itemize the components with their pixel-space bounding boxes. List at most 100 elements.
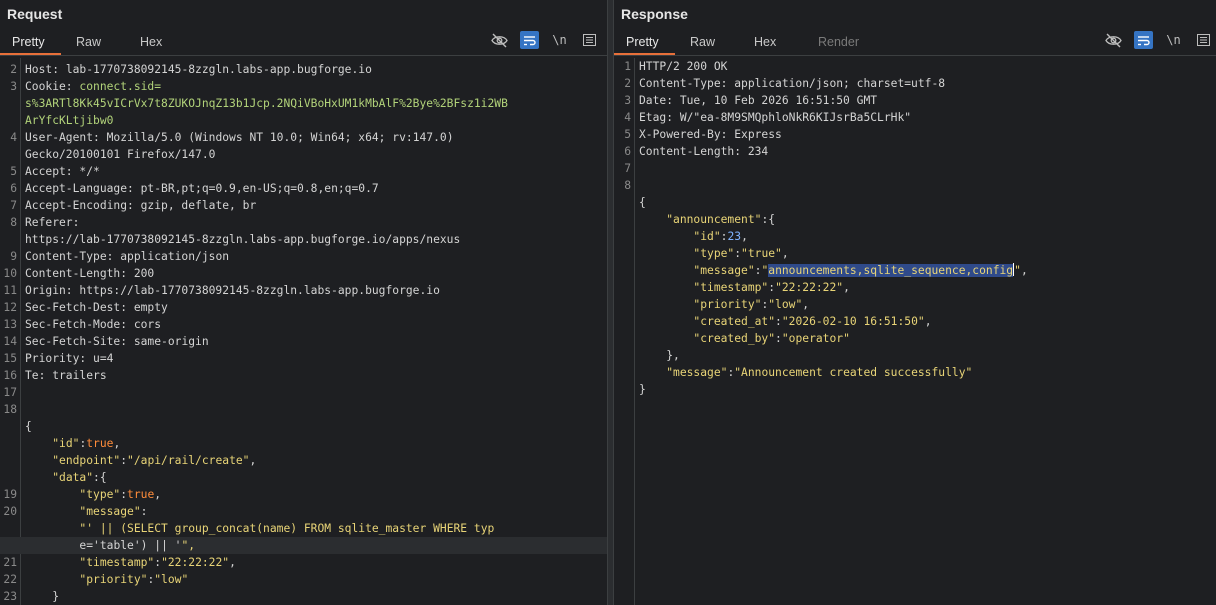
code-line[interactable]: 5 Accept: */* <box>0 163 607 180</box>
code-line[interactable]: 14 Sec-Fetch-Site: same-origin <box>0 333 607 350</box>
code-line[interactable]: "' || (SELECT group_concat(name) FROM sq… <box>0 520 607 537</box>
code-line[interactable]: 23 } <box>0 588 607 605</box>
eye-off-icon[interactable] <box>490 31 509 49</box>
code-line[interactable]: 2 Host: lab-1770738092145-8zzgln.labs-app… <box>0 61 607 78</box>
line-text: "' || (SELECT group_concat(name) FROM sq… <box>79 522 495 535</box>
code-line[interactable]: "data":{ <box>0 469 607 486</box>
code-line[interactable]: "id":23, <box>614 228 1216 245</box>
tab-raw[interactable]: Raw <box>678 33 742 55</box>
code-line[interactable]: 3 Date: Tue, 10 Feb 2026 16:51:50 GMT <box>614 92 1216 109</box>
code-line[interactable]: { <box>614 194 1216 211</box>
line-number: 2 <box>10 63 17 76</box>
menu-icon[interactable] <box>1194 31 1213 49</box>
code-line[interactable]: }, <box>614 347 1216 364</box>
code-line[interactable]: 13 Sec-Fetch-Mode: cors <box>0 316 607 333</box>
code-line[interactable]: 22 "priority":"low" <box>0 571 607 588</box>
code-line[interactable]: 5 X-Powered-By: Express <box>614 126 1216 143</box>
code-line[interactable]: s%3ARTl8Kk45vICrVx7t8ZUKOJnqZ13b1Jcp.2NQ… <box>0 95 607 112</box>
line-text: "message":"Announcement created successf… <box>666 366 973 379</box>
code-line[interactable]: 11 Origin: https://lab-1770738092145-8zzg… <box>0 282 607 299</box>
line-number: 22 <box>3 573 17 586</box>
request-toolbar: \n <box>490 31 599 49</box>
line-text: "message": <box>79 505 148 518</box>
code-line[interactable]: "type":"true", <box>614 245 1216 262</box>
newline-toggle[interactable]: \n <box>550 31 569 49</box>
code-line[interactable]: 17 <box>0 384 607 401</box>
request-header-separator <box>0 55 607 56</box>
line-number: 8 <box>10 216 17 229</box>
request-title: Request <box>7 6 63 22</box>
code-line[interactable]: { <box>0 418 607 435</box>
code-line[interactable]: 6 Accept-Language: pt-BR,pt;q=0.9,en-US;q… <box>0 180 607 197</box>
code-line[interactable]: e='table') || '", <box>0 537 607 554</box>
code-line[interactable]: } <box>614 381 1216 398</box>
line-text: Content-Length: 200 <box>25 267 155 280</box>
code-line[interactable]: 8 Referer: <box>0 214 607 231</box>
line-number: 5 <box>624 128 631 141</box>
tab-hex[interactable]: Hex <box>742 33 806 55</box>
pane-splitter[interactable] <box>607 0 614 605</box>
code-line[interactable]: 6 Content-Length: 234 <box>614 143 1216 160</box>
code-line[interactable]: "message":"Announcement created successf… <box>614 364 1216 381</box>
tab-hex[interactable]: Hex <box>128 33 192 55</box>
code-line[interactable]: "created_by":"operator" <box>614 330 1216 347</box>
code-line[interactable]: 12 Sec-Fetch-Dest: empty <box>0 299 607 316</box>
line-text: Accept-Encoding: gzip, deflate, br <box>25 199 257 212</box>
menu-icon[interactable] <box>580 31 599 49</box>
code-line[interactable]: 21 "timestamp":"22:22:22", <box>0 554 607 571</box>
code-line[interactable]: https://lab-1770738092145-8zzgln.labs-ap… <box>0 231 607 248</box>
line-number: 4 <box>10 131 17 144</box>
code-line[interactable]: 3 Cookie: connect.sid= <box>0 78 607 95</box>
line-text: Te: trailers <box>25 369 107 382</box>
line-text: Content-Type: application/json <box>25 250 230 263</box>
wrap-icon[interactable] <box>520 31 539 49</box>
line-number: 3 <box>624 94 631 107</box>
eye-off-icon[interactable] <box>1104 31 1123 49</box>
code-line[interactable]: 2 Content-Type: application/json; charset… <box>614 75 1216 92</box>
wrap-icon[interactable] <box>1134 31 1153 49</box>
line-text: "priority":"low", <box>693 298 810 311</box>
code-line[interactable]: "message":"announcements,sqlite_sequence… <box>614 262 1216 279</box>
code-line[interactable]: "id":true, <box>0 435 607 452</box>
code-line[interactable]: 7 <box>614 160 1216 177</box>
code-line[interactable]: 4 Etag: W/"ea-8M9SMQphloNkR6KIJsrBa5CLrHk… <box>614 109 1216 126</box>
line-number: 21 <box>3 556 17 569</box>
code-line[interactable]: 18 <box>0 401 607 418</box>
line-text: Sec-Fetch-Dest: empty <box>25 301 168 314</box>
tab-render[interactable]: Render <box>806 33 870 55</box>
request-tabs: Pretty Raw Hex <box>0 33 192 55</box>
line-number: 17 <box>3 386 17 399</box>
response-editor[interactable]: 1 HTTP/2 200 OK 2 Content-Type: application… <box>614 58 1216 605</box>
line-text: "endpoint":"/api/rail/create", <box>52 454 257 467</box>
tab-raw[interactable]: Raw <box>64 33 128 55</box>
code-line[interactable]: 16 Te: trailers <box>0 367 607 384</box>
code-line[interactable]: "created_at":"2026-02-10 16:51:50", <box>614 313 1216 330</box>
line-text: "id":true, <box>52 437 121 450</box>
request-editor[interactable]: 2 Host: lab-1770738092145-8zzgln.labs-app… <box>0 58 607 605</box>
code-line[interactable]: 7 Accept-Encoding: gzip, deflate, br <box>0 197 607 214</box>
code-line[interactable]: 1 HTTP/2 200 OK <box>614 58 1216 75</box>
line-text: "priority":"low" <box>79 573 189 586</box>
code-line[interactable]: 15 Priority: u=4 <box>0 350 607 367</box>
tab-pretty[interactable]: Pretty <box>614 33 678 55</box>
code-line[interactable]: "endpoint":"/api/rail/create", <box>0 452 607 469</box>
line-text: https://lab-1770738092145-8zzgln.labs-ap… <box>25 233 461 246</box>
tab-pretty[interactable]: Pretty <box>0 33 64 55</box>
newline-toggle[interactable]: \n <box>1164 31 1183 49</box>
code-line[interactable]: "timestamp":"22:22:22", <box>614 279 1216 296</box>
code-line[interactable]: ArYfcKLtjibw0 <box>0 112 607 129</box>
line-number: 12 <box>3 301 17 314</box>
code-line[interactable]: 9 Content-Type: application/json <box>0 248 607 265</box>
code-line[interactable]: "priority":"low", <box>614 296 1216 313</box>
line-text: Cookie: connect.sid= <box>25 80 162 93</box>
code-line[interactable]: 19 "type":true, <box>0 486 607 503</box>
code-line[interactable]: "announcement":{ <box>614 211 1216 228</box>
code-line[interactable]: 4 User-Agent: Mozilla/5.0 (Windows NT 10.… <box>0 129 607 146</box>
line-text: Origin: https://lab-1770738092145-8zzgln… <box>25 284 440 297</box>
code-line[interactable]: Gecko/20100101 Firefox/147.0 <box>0 146 607 163</box>
line-text: e='table') || '", <box>79 539 196 552</box>
code-line[interactable]: 20 "message": <box>0 503 607 520</box>
code-line[interactable]: 8 <box>614 177 1216 194</box>
code-line[interactable]: 10 Content-Length: 200 <box>0 265 607 282</box>
line-number: 6 <box>10 182 17 195</box>
